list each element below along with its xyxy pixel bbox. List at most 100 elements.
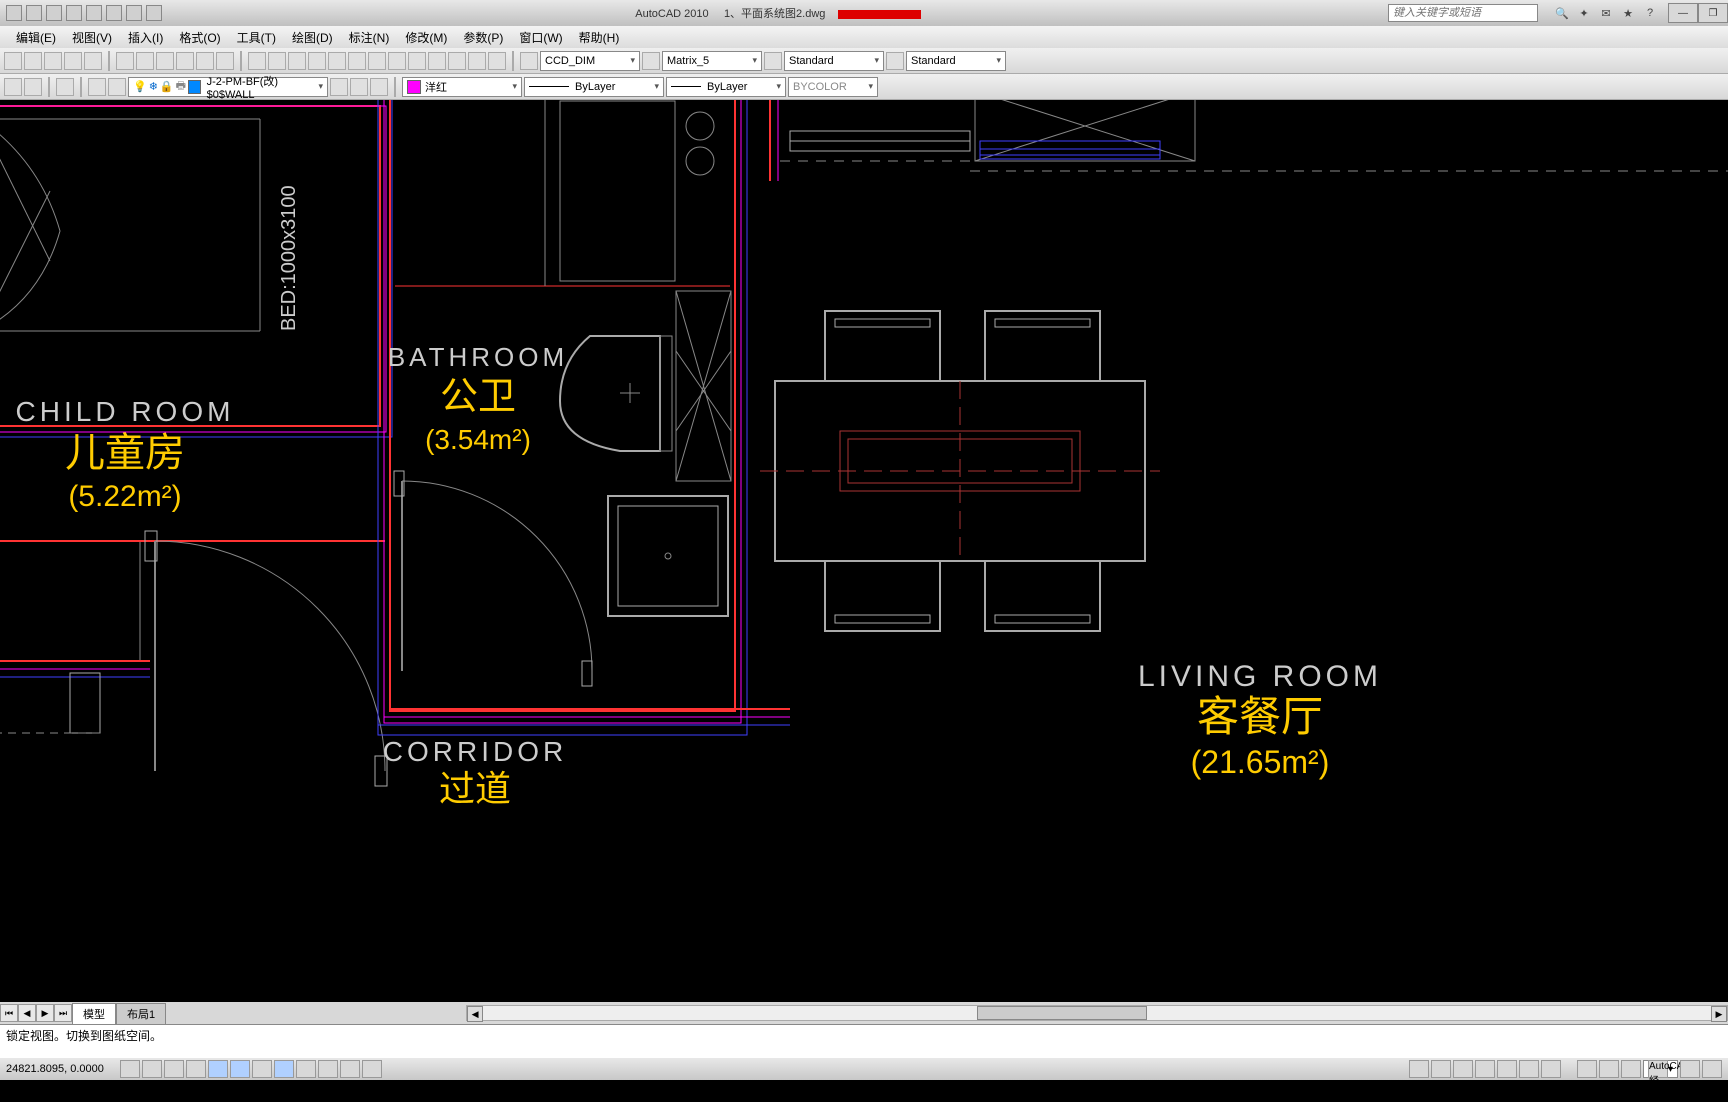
workspace-combo[interactable]: AutoCAD 经典 ▾ [1643,1060,1678,1078]
drawing-canvas[interactable]: BED:1000x3100 CHILD ROOM 儿童房 (5.22m²) BA… [0,100,1728,1002]
polar-toggle[interactable] [186,1060,206,1078]
quickview-drawings-icon[interactable] [1453,1060,1473,1078]
qat-more-icon[interactable] [146,5,162,21]
tool-icon[interactable] [4,52,22,70]
tool-icon[interactable] [428,52,446,70]
tool-icon[interactable] [196,52,214,70]
dyn-toggle[interactable] [274,1060,294,1078]
tool-icon[interactable] [64,52,82,70]
tool-icon[interactable] [330,78,348,96]
tool-icon[interactable] [176,52,194,70]
tool-icon[interactable] [368,52,386,70]
minimize-button[interactable]: — [1668,3,1698,23]
help-search-input[interactable] [1388,4,1538,22]
menu-modify[interactable]: 修改(M) [397,29,455,46]
undo-icon[interactable] [86,5,102,21]
text-style-combo[interactable]: Matrix_5 [662,51,762,71]
lwt-toggle[interactable] [296,1060,316,1078]
menu-edit[interactable]: 编辑(E) [8,29,64,46]
osnap-toggle[interactable] [208,1060,228,1078]
menu-window[interactable]: 窗口(W) [511,29,570,46]
tool-icon[interactable] [88,78,106,96]
tool-icon[interactable] [408,52,426,70]
tool-icon[interactable] [448,52,466,70]
steering-wheel-icon[interactable] [1519,1060,1539,1078]
tool-icon[interactable] [84,52,102,70]
restore-button[interactable]: ❐ [1698,3,1728,23]
showmotion-icon[interactable] [1541,1060,1561,1078]
mleader-style-icon[interactable] [886,52,904,70]
tool-icon[interactable] [488,52,506,70]
plotstyle-combo[interactable]: BYCOLOR [788,77,878,97]
hscrollbar[interactable]: ◀ ▶ [466,1005,1728,1021]
zoom-window-icon[interactable] [268,52,286,70]
tool-icon[interactable] [350,78,368,96]
tool-icon[interactable] [216,52,234,70]
dim-style-combo[interactable]: CCD_DIM [540,51,640,71]
menu-format[interactable]: 格式(O) [171,29,228,46]
search-icon[interactable]: 🔍 [1554,5,1570,21]
scroll-right-icon[interactable]: ▶ [1711,1006,1727,1022]
layer-combo[interactable]: 💡❄🔒🖶 J-2-PM-BF(改) $0$WALL [128,77,328,97]
tool-icon[interactable] [24,52,42,70]
command-line[interactable]: 锁定视图。切换到图纸空间。 [0,1024,1728,1058]
tool-icon[interactable] [116,52,134,70]
modelspace-icon[interactable] [1409,1060,1429,1078]
tool-icon[interactable] [388,52,406,70]
table-style-combo[interactable]: Standard [784,51,884,71]
menu-insert[interactable]: 插入(I) [120,29,171,46]
tool-icon[interactable] [370,78,388,96]
zoom-previous-icon[interactable] [288,52,306,70]
zoom-icon[interactable] [308,52,326,70]
menu-dimension[interactable]: 标注(N) [341,29,398,46]
layer-state-icon[interactable] [108,78,126,96]
print-icon[interactable] [126,5,142,21]
layer-props-icon[interactable] [56,78,74,96]
tool-icon[interactable] [348,52,366,70]
table-style-icon[interactable] [764,52,782,70]
annovis-icon[interactable] [1599,1060,1619,1078]
new-icon[interactable] [26,5,42,21]
sc-toggle[interactable] [340,1060,360,1078]
linetype-combo[interactable]: ByLayer [666,77,786,97]
hscroll-thumb[interactable] [977,1006,1147,1020]
annoauto-icon[interactable] [1621,1060,1641,1078]
menu-help[interactable]: 帮助(H) [571,29,628,46]
tool-icon[interactable] [156,52,174,70]
redo-icon[interactable] [106,5,122,21]
otrack-toggle[interactable] [230,1060,250,1078]
help-icon[interactable]: ? [1642,5,1658,21]
favorite-icon[interactable]: ★ [1620,5,1636,21]
annoscale-icon[interactable] [1577,1060,1597,1078]
quickview-layouts-icon[interactable] [1431,1060,1451,1078]
menu-draw[interactable]: 绘图(D) [284,29,341,46]
zoom-icon[interactable] [1497,1060,1517,1078]
text-style-icon[interactable] [642,52,660,70]
ducs-toggle[interactable] [252,1060,272,1078]
tool-icon[interactable] [44,52,62,70]
subscription-icon[interactable]: ✦ [1576,5,1592,21]
tab-next-icon[interactable]: ▶ [36,1004,54,1022]
comm-icon[interactable]: ✉ [1598,5,1614,21]
menu-parametric[interactable]: 参数(P) [455,29,511,46]
menu-view[interactable]: 视图(V) [64,29,120,46]
save-icon[interactable] [66,5,82,21]
lineweight-combo[interactable]: ByLayer [524,77,664,97]
color-combo[interactable]: 洋红 [402,77,522,97]
zoom-realtime-icon[interactable] [248,52,266,70]
pan-icon[interactable] [328,52,346,70]
tool-icon[interactable] [136,52,154,70]
tab-last-icon[interactable]: ⏭ [54,1004,72,1022]
model-toggle[interactable] [362,1060,382,1078]
tool-icon[interactable] [4,78,22,96]
tool-icon[interactable] [24,78,42,96]
tool-icon[interactable] [468,52,486,70]
grid-toggle[interactable] [142,1060,162,1078]
mleader-style-combo[interactable]: Standard [906,51,1006,71]
menu-tools[interactable]: 工具(T) [229,29,284,46]
app-menu-icon[interactable] [6,5,22,21]
tab-first-icon[interactable]: ⏮ [0,1004,18,1022]
qp-toggle[interactable] [318,1060,338,1078]
pan-icon[interactable] [1475,1060,1495,1078]
hw-accel-icon[interactable] [1702,1060,1722,1078]
